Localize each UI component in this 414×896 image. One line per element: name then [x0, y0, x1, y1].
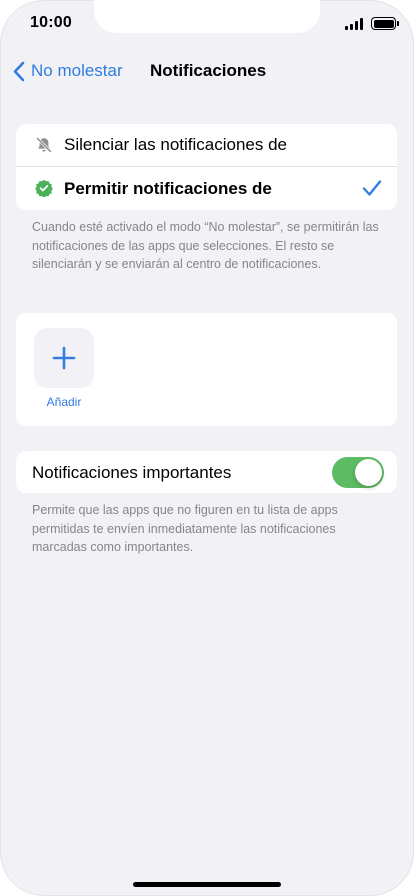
- option-allow[interactable]: Permitir notificaciones de: [16, 167, 397, 209]
- chevron-left-icon: [13, 61, 25, 81]
- notch: [94, 0, 320, 33]
- mode-options-card: Silenciar las notificaciones de Permitir…: [16, 124, 397, 210]
- important-notifications-card: Notificaciones importantes: [16, 451, 397, 493]
- option-silence-label: Silenciar las notificaciones de: [64, 135, 288, 154]
- checkmark-icon: [362, 180, 382, 196]
- add-app-button[interactable]: [34, 328, 94, 388]
- page-title: Notificaciones: [150, 61, 267, 80]
- cellular-signal-icon: [345, 18, 364, 30]
- battery-cap: [397, 21, 399, 26]
- back-button-label: No molestar: [31, 61, 123, 80]
- option-silence[interactable]: Silenciar las notificaciones de: [16, 124, 397, 166]
- home-indicator[interactable]: [133, 882, 281, 887]
- battery-level: [373, 19, 394, 28]
- phone-screen: 10:00 No molestar Notificaciones Silenci…: [0, 0, 414, 896]
- plus-icon: [52, 346, 76, 370]
- toggle-knob: [355, 459, 382, 486]
- back-button[interactable]: No molestar: [12, 58, 123, 84]
- add-app-label[interactable]: Añadir: [34, 395, 94, 409]
- option-allow-label: Permitir notificaciones de: [64, 179, 272, 198]
- verified-badge-icon: [35, 179, 53, 197]
- status-bar: 10:00: [0, 0, 414, 48]
- important-notifications-row: Notificaciones importantes: [16, 451, 397, 493]
- mode-footnote: Cuando esté activado el modo “No molesta…: [32, 220, 379, 271]
- important-footnote: Permite que las apps que no figuren en t…: [32, 503, 338, 554]
- navigation-bar: No molestar Notificaciones: [0, 50, 414, 90]
- important-notifications-toggle[interactable]: [332, 457, 384, 488]
- allowed-apps-card: Añadir: [16, 313, 397, 426]
- status-time: 10:00: [30, 14, 72, 31]
- important-notifications-label: Notificaciones importantes: [32, 463, 232, 482]
- battery-icon: [371, 17, 396, 30]
- bell-slash-icon: [36, 137, 52, 153]
